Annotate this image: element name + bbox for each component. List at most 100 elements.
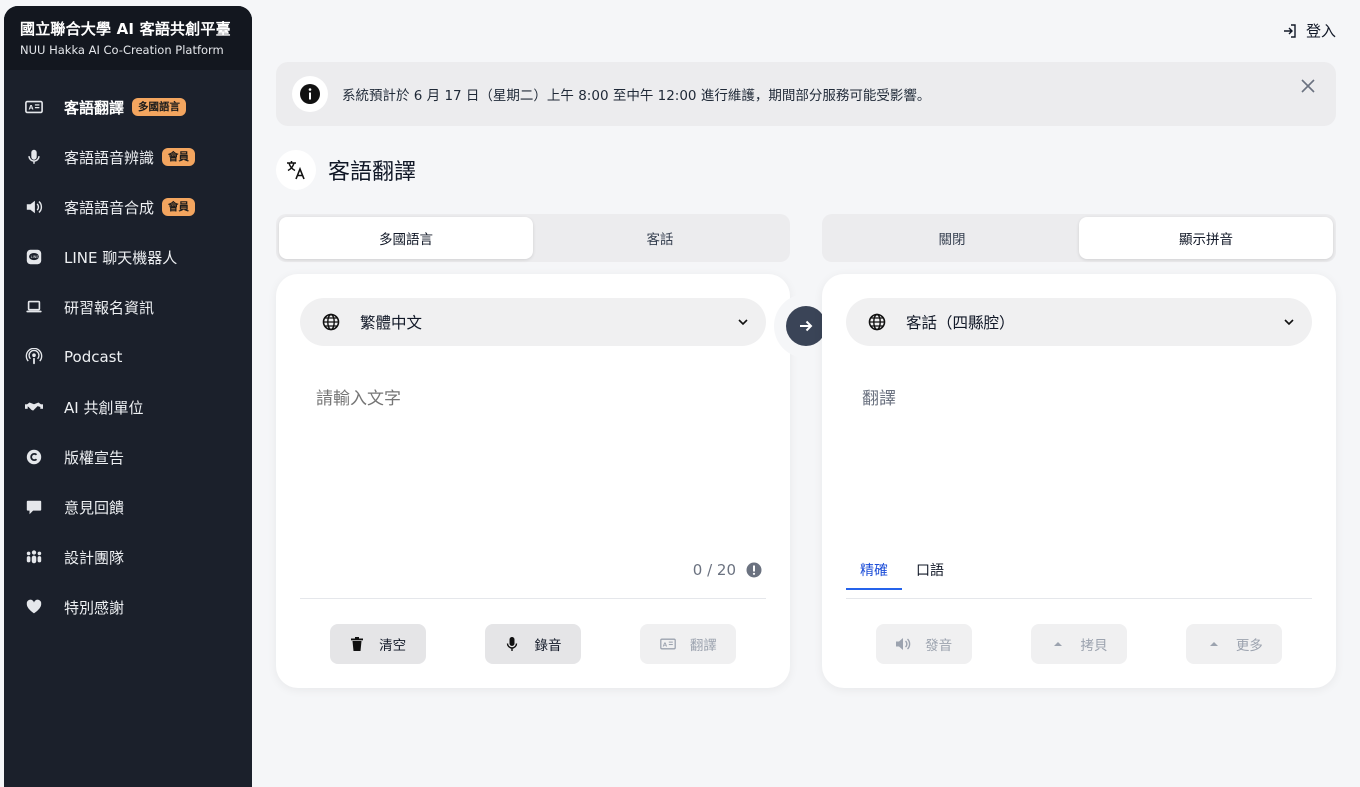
source-language-label: 繁體中文 [360, 314, 423, 332]
sidebar-item-label: AI 共創單位 [64, 398, 144, 417]
char-count: 0 / 20 [692, 561, 736, 579]
sidebar-item-feedback[interactable]: 意見回饋 [4, 482, 252, 532]
svg-text:A: A [29, 105, 34, 112]
source-text-input[interactable] [316, 384, 756, 534]
svg-text:LINE: LINE [31, 255, 40, 259]
notice-text: 系統預計於 6 月 17 日（星期二）上午 8:00 至中午 12:00 進行維… [342, 88, 931, 104]
copy-label: 拷貝 [1080, 638, 1108, 654]
svg-text:A: A [663, 642, 668, 648]
target-panel: 客話（四縣腔） 翻譯 精確 口語 發音 拷貝 更多 [822, 274, 1336, 688]
sidebar-item-label: 研習報名資訊 [64, 298, 155, 317]
sidebar-item-workshop[interactable]: 研習報名資訊 [4, 282, 252, 332]
sidebar-item-speech-synthesis[interactable]: 客語語音合成 會員 [4, 182, 252, 232]
tab-multilingual[interactable]: 多國語言 [279, 217, 533, 259]
close-icon[interactable] [1300, 78, 1316, 94]
sidebar-item-label: 客語語音合成 [64, 198, 155, 217]
sidebar: 國立聯合大學 AI 客語共創平臺 NUU Hakka AI Co-Creatio… [4, 6, 252, 787]
source-language-select[interactable]: 繁體中文 [300, 298, 766, 346]
divider [300, 598, 766, 599]
translate-label: 翻譯 [689, 638, 717, 654]
sidebar-item-label: 客語語音辨識 [64, 148, 155, 167]
translate-card-icon: A [659, 638, 676, 650]
arrow-right-icon [800, 320, 813, 332]
clear-button[interactable]: 清空 [329, 624, 426, 664]
copy-button[interactable]: 拷貝 [1030, 624, 1127, 664]
translation-output: 翻譯 [862, 389, 896, 409]
multilingual-badge: 多國語言 [132, 98, 187, 116]
microphone-icon [24, 147, 44, 167]
trash-icon [351, 637, 364, 651]
pinyin-toggle: 關閉 顯示拼音 [822, 214, 1336, 262]
clear-label: 清空 [379, 638, 407, 654]
alert-icon[interactable] [746, 562, 762, 578]
tab-pinyin-off[interactable]: 關閉 [825, 217, 1079, 259]
chevron-down-icon [1284, 319, 1294, 326]
tab-pinyin-on[interactable]: 顯示拼音 [1079, 217, 1333, 259]
translate-arrow-button[interactable] [786, 306, 826, 346]
microphone-icon [507, 637, 518, 651]
chevron-down-icon [738, 319, 748, 326]
page-title: 客語翻譯 [328, 160, 417, 185]
globe-icon [322, 313, 340, 331]
sidebar-nav: A 客語翻譯 多國語言 客語語音辨識 會員 客語語音合成 會員 LINE LIN… [4, 70, 252, 632]
tab-precise[interactable]: 精確 [846, 560, 902, 590]
sidebar-item-design-team[interactable]: 設計團隊 [4, 532, 252, 582]
member-badge: 會員 [162, 198, 196, 216]
divider [846, 598, 1312, 599]
translate-icon [276, 150, 316, 190]
more-button[interactable]: 更多 [1186, 624, 1283, 664]
podcast-icon [24, 347, 44, 367]
char-counter: 0 / 20 [693, 561, 762, 579]
tab-hakka[interactable]: 客話 [533, 217, 787, 259]
sidebar-item-label: 版權宣告 [64, 448, 125, 467]
source-panel: 繁體中文 0 / 20 清空 錄音 A 翻譯 [276, 274, 790, 688]
source-mode-toggle: 多國語言 客話 [276, 214, 790, 262]
translation-mode-tabs: 精確 口語 [846, 560, 958, 590]
comment-icon [24, 497, 44, 517]
page-header: 客語翻譯 [276, 150, 416, 190]
target-language-label: 客話（四縣腔） [906, 314, 1015, 332]
team-icon [24, 547, 44, 567]
line-icon: LINE [24, 247, 44, 267]
sidebar-item-hakka-translation[interactable]: A 客語翻譯 多國語言 [4, 82, 252, 132]
login-icon [1283, 23, 1296, 38]
translate-card-icon: A [24, 97, 44, 117]
source-actions: 清空 錄音 A 翻譯 [300, 624, 766, 664]
maintenance-notice: 系統預計於 6 月 17 日（星期二）上午 8:00 至中午 12:00 進行維… [276, 62, 1336, 126]
sidebar-item-speech-recognition[interactable]: 客語語音辨識 會員 [4, 132, 252, 182]
record-label: 錄音 [534, 638, 562, 654]
handshake-icon [24, 397, 44, 417]
target-actions: 發音 拷貝 更多 [846, 624, 1312, 664]
brand-title: 國立聯合大學 AI 客語共創平臺 [20, 20, 231, 38]
sidebar-item-copyright[interactable]: 版權宣告 [4, 432, 252, 482]
member-badge: 會員 [162, 148, 196, 166]
sidebar-item-label: Podcast [64, 348, 123, 366]
sidebar-item-podcast[interactable]: Podcast [4, 332, 252, 382]
sidebar-item-label: 客語翻譯 [64, 98, 125, 117]
copyright-icon [24, 447, 44, 467]
sidebar-item-label: 設計團隊 [64, 548, 125, 567]
speak-button[interactable]: 發音 [875, 624, 972, 664]
speak-label: 發音 [925, 638, 953, 654]
info-icon [292, 76, 328, 112]
login-button[interactable]: 登入 [1282, 20, 1336, 41]
sidebar-item-line-bot[interactable]: LINE LINE 聊天機器人 [4, 232, 252, 282]
speaker-icon [896, 638, 911, 650]
laptop-icon [24, 297, 44, 317]
record-button[interactable]: 錄音 [484, 624, 581, 664]
sidebar-item-label: LINE 聊天機器人 [64, 248, 178, 267]
target-language-select[interactable]: 客話（四縣腔） [846, 298, 1312, 346]
tab-colloquial[interactable]: 口語 [902, 560, 958, 590]
sidebar-item-label: 特別感謝 [64, 598, 125, 617]
sidebar-item-thanks[interactable]: 特別感謝 [4, 582, 252, 632]
brand: 國立聯合大學 AI 客語共創平臺 NUU Hakka AI Co-Creatio… [4, 6, 252, 70]
speaker-icon [24, 197, 44, 217]
sidebar-item-partners[interactable]: AI 共創單位 [4, 382, 252, 432]
sidebar-item-label: 意見回饋 [64, 498, 125, 517]
login-label: 登入 [1305, 22, 1336, 40]
translate-button[interactable]: A 翻譯 [640, 624, 737, 664]
more-label: 更多 [1235, 638, 1263, 654]
caret-up-icon [1054, 642, 1063, 646]
caret-up-icon [1209, 642, 1218, 646]
brand-subtitle: NUU Hakka AI Co-Creation Platform [20, 43, 224, 57]
